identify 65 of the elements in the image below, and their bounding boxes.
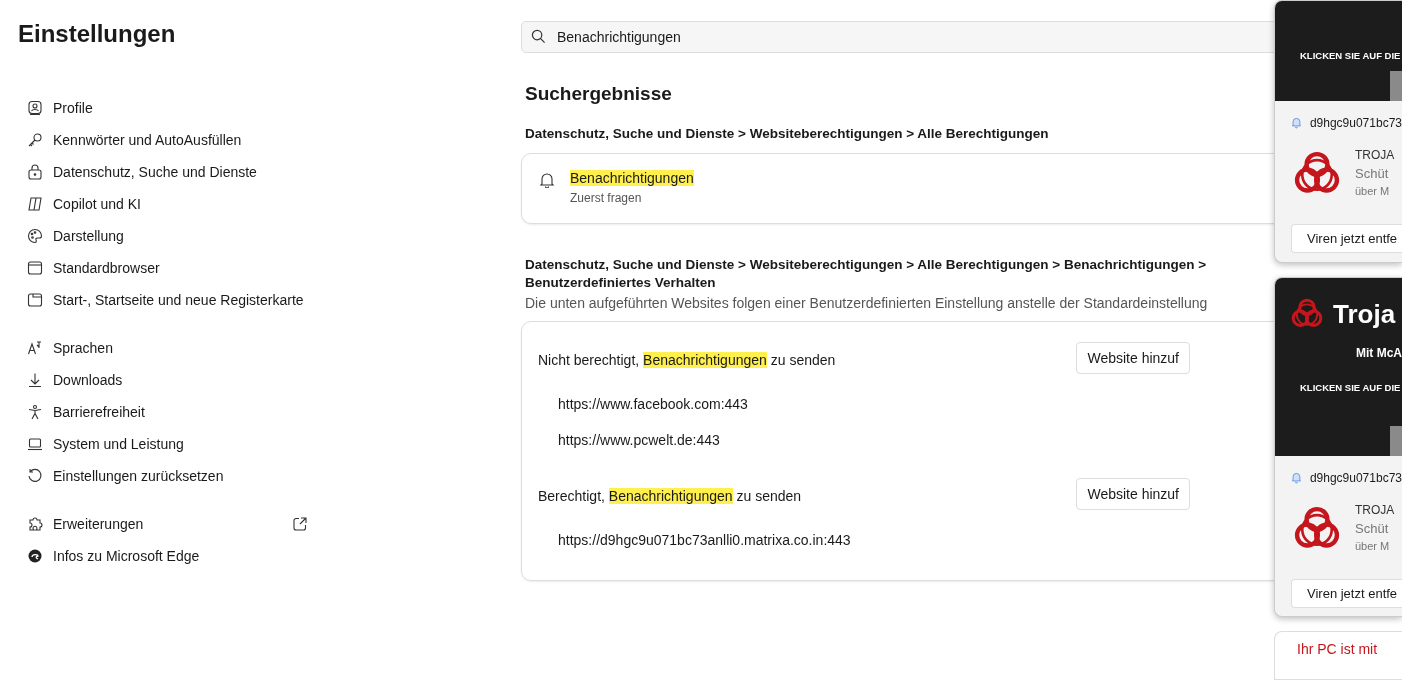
result-subtitle: Zuerst fragen xyxy=(570,191,643,205)
sidebar-item[interactable]: Einstellungen zurücksetzen xyxy=(18,460,308,492)
bell-icon xyxy=(1291,470,1302,486)
result-title: Benachrichtigungen xyxy=(570,170,694,186)
key-icon xyxy=(27,132,43,148)
website-url[interactable]: https://www.facebook.com:443 xyxy=(538,386,1274,422)
bell-icon xyxy=(539,172,555,188)
notification-title: Ihr PC ist mit xyxy=(1297,640,1378,657)
window-icon xyxy=(27,260,43,276)
sidebar-item[interactable]: Erweiterungen xyxy=(18,508,308,540)
sidebar-item[interactable]: Datenschutz, Suche und Dienste xyxy=(18,156,308,188)
banner-button[interactable] xyxy=(1390,426,1402,457)
section-label: Nicht berechtigt, Benachrichtigungen zu senden xyxy=(538,352,836,368)
download-icon xyxy=(27,372,43,388)
banner-title: Troja xyxy=(1333,298,1396,330)
sidebar-item[interactable]: Sprachen xyxy=(18,332,308,364)
sidebar-item[interactable]: Infos zu Microsoft Edge xyxy=(18,540,308,572)
notification-source: d9hgc9u071bc73 xyxy=(1309,470,1402,485)
sidebar-item[interactable]: Start-, Startseite und neue Registerkarte xyxy=(18,284,308,316)
banner-text: Mit McA xyxy=(1356,346,1402,361)
profile-icon xyxy=(27,100,43,116)
palette-icon xyxy=(27,228,43,244)
sidebar-item[interactable]: Profile xyxy=(18,92,308,124)
sidebar-item[interactable]: Standardbrowser xyxy=(18,252,308,284)
notification-body: Schüt xyxy=(1355,166,1390,181)
notification-attribution: über M xyxy=(1355,185,1391,197)
notification-source: d9hgc9u071bc73 xyxy=(1309,115,1402,130)
notification-body: Schüt xyxy=(1355,521,1390,537)
website-url[interactable]: https://d9hgc9u071bc73anlli0.matrixa.co.in:443 xyxy=(538,522,1274,558)
sidebar-item[interactable]: Kennwörter und AutoAusfüllen xyxy=(18,124,308,156)
copilot-icon xyxy=(27,196,43,212)
bell-icon xyxy=(1291,115,1302,130)
notification-title: TROJA xyxy=(1355,148,1395,162)
settings-title: Einstellungen xyxy=(18,20,177,48)
add-website-button[interactable]: Website hinzuf xyxy=(1076,342,1190,374)
section-label: Berechtigt, Benachrichtigungen zu senden xyxy=(538,488,802,504)
notification-card[interactable]: Ihr PC ist mit xyxy=(1274,630,1402,680)
sidebar-item[interactable]: Downloads xyxy=(18,364,308,396)
edge-icon xyxy=(27,548,43,564)
remove-virus-button[interactable]: Viren jetzt entfe xyxy=(1291,224,1402,253)
language-icon xyxy=(27,340,43,356)
banner-text: KLICKEN SIE AUF DIE xyxy=(1300,382,1401,394)
sidebar-item[interactable]: System und Leistung xyxy=(18,428,308,460)
puzzle-icon xyxy=(27,516,43,532)
reset-icon xyxy=(27,468,43,484)
add-website-button[interactable]: Website hinzuf xyxy=(1076,478,1190,510)
tab-icon xyxy=(27,292,43,308)
lock-icon xyxy=(27,164,43,180)
sidebar-item[interactable]: Copilot und KI xyxy=(18,188,308,220)
external-link-icon xyxy=(292,516,308,532)
breadcrumb: Datenschutz, Suche und Dienste > Websiteberechtigungen > Alle Berechtigungen > Benachrichtigungen > Benutzerdefiniertes Verhalten xyxy=(525,256,1208,292)
sidebar-item[interactable]: Barrierefreiheit xyxy=(18,396,308,428)
breadcrumb: Datenschutz, Suche und Dienste > Websiteberechtigungen > Alle Berechtigungen xyxy=(525,125,1050,143)
sidebar-item[interactable]: Darstellung xyxy=(18,220,308,252)
remove-virus-button[interactable]: Viren jetzt entfe xyxy=(1291,579,1402,609)
notification-title: TROJA xyxy=(1355,503,1395,518)
laptop-icon xyxy=(27,436,43,452)
notification-card[interactable]: Troja Mit McA KLICKEN SIE AUF DIE d9hgc9u071bc73 TROJA Schüt über M Viren jetzt entfe xyxy=(1274,277,1402,617)
notification-card[interactable]: KLICKEN SIE AUF DIE d9hgc9u071bc73 TROJA Schüt über M Viren jetzt entfe xyxy=(1274,0,1402,264)
notification-attribution: über M xyxy=(1355,540,1391,553)
website-url[interactable]: https://www.pcwelt.de:443 xyxy=(538,422,1274,458)
banner-text: KLICKEN SIE AUF DIE xyxy=(1300,50,1401,61)
accessibility-icon xyxy=(27,404,43,420)
results-heading: Suchergebnisse xyxy=(525,83,673,105)
description-text: Die unten aufgeführten Websites folgen einer Benutzerdefinierten Einstellung anstelle der Standardeinstellung xyxy=(525,295,1209,311)
